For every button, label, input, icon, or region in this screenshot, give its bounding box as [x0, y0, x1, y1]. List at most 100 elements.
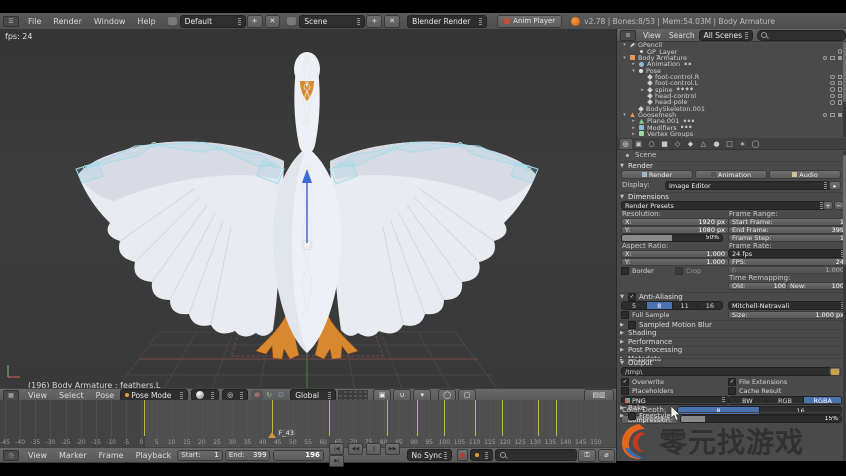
keyframe-line[interactable] — [329, 400, 330, 436]
editor-type-outliner-icon[interactable]: ≣ — [620, 30, 636, 41]
panel-header-anti-aliasing[interactable]: ▼ Anti-Aliasing — [619, 292, 844, 301]
menu-help[interactable]: Help — [131, 14, 161, 29]
keyframe-line[interactable] — [387, 400, 388, 436]
keyframe-line[interactable] — [444, 400, 445, 436]
start-frame-field[interactable]: Start:1 — [177, 450, 223, 461]
fps-field[interactable]: FPS:24 — [728, 258, 846, 266]
file-browse-button[interactable] — [829, 367, 841, 376]
tab-physics[interactable]: ◯ — [750, 139, 762, 149]
visibility-eye-icon[interactable] — [823, 56, 828, 61]
end-frame-field[interactable]: End Frame:399 — [728, 226, 846, 234]
current-frame-field[interactable]: 196 — [273, 450, 323, 461]
menu-window[interactable]: Window — [88, 14, 132, 29]
keyframe-line[interactable] — [538, 400, 539, 436]
keyframe-line[interactable] — [556, 400, 557, 436]
aa-samples-8[interactable]: 8 — [647, 302, 672, 309]
full-sample-checkbox[interactable]: Full Sample — [621, 311, 670, 319]
expand-icon[interactable]: ▾ — [630, 68, 637, 74]
tab-object[interactable]: ■ — [659, 139, 671, 149]
menu-render[interactable]: Render — [47, 14, 87, 29]
aa-samples-5[interactable]: 5 — [622, 302, 647, 309]
aa-size-field[interactable]: Size:1.000 px — [728, 311, 846, 319]
selectable-icon[interactable] — [830, 113, 835, 118]
expand-icon[interactable]: ▾ — [621, 55, 628, 61]
layer-grid[interactable] — [338, 390, 370, 400]
tab-world[interactable]: ○ — [646, 139, 658, 149]
panel-header-render[interactable]: ▼ Render — [619, 161, 844, 170]
checkbox[interactable] — [728, 387, 736, 395]
resolution-x-field[interactable]: X:1920 px — [621, 218, 729, 226]
tab-modifiers[interactable]: ◆ — [685, 139, 697, 149]
end-frame-field[interactable]: End:399 — [225, 450, 271, 461]
panel-header-output[interactable]: ▼ Output — [619, 358, 844, 367]
visibility-eye-icon[interactable] — [830, 75, 835, 80]
aa-enable-checkbox[interactable] — [628, 293, 636, 301]
display-scope-selector[interactable]: All Scenes — [699, 30, 753, 41]
scene-selector[interactable]: Scene — [299, 15, 365, 28]
delete-layout-button[interactable]: ✕ — [265, 15, 281, 28]
panel-header-shading[interactable]: ▶Shading — [619, 329, 844, 338]
keyframe-line[interactable] — [417, 400, 418, 436]
frame-step-field[interactable]: Frame Step:1 — [728, 234, 846, 242]
delete-scene-button[interactable]: ✕ — [384, 15, 400, 28]
outliner-search-input[interactable] — [757, 30, 846, 41]
frame-rate-selector[interactable]: 24 fps — [728, 249, 846, 258]
add-layout-button[interactable]: + — [247, 15, 263, 28]
display-selector[interactable]: Image Editor — [665, 181, 831, 190]
renderable-camera-icon[interactable] — [838, 56, 843, 61]
placeholders-checkbox[interactable]: Placeholders — [621, 387, 673, 395]
render-button[interactable]: Render — [621, 170, 693, 179]
visibility-eye-icon[interactable] — [830, 87, 835, 92]
cache-result-checkbox[interactable]: Cache Result — [728, 387, 781, 395]
aa-samples-16[interactable]: 16 — [698, 302, 722, 309]
visibility-eye-icon[interactable] — [830, 94, 835, 99]
expand-icon[interactable]: ▾ — [621, 112, 628, 118]
aspect-y-field[interactable]: Y:1.000 — [621, 258, 729, 266]
panel-header-freestyle[interactable]: ▶Freestyle — [619, 412, 844, 421]
menu-tl-frame[interactable]: Frame — [93, 448, 130, 463]
editor-type-info-icon[interactable]: ☰ — [3, 16, 19, 27]
keyframe-line[interactable] — [475, 400, 476, 436]
expand-icon[interactable]: ▸ — [630, 61, 637, 67]
swan-scene[interactable] — [0, 29, 616, 388]
tab-constraints[interactable]: ◇ — [672, 139, 684, 149]
translate-toggle[interactable]: ⊕ — [251, 390, 263, 400]
crop-checkbox[interactable]: Crop — [675, 267, 701, 275]
visibility-eye-icon[interactable] — [838, 49, 843, 54]
menu-tl-marker[interactable]: Marker — [53, 448, 93, 463]
visibility-eye-icon[interactable] — [823, 113, 828, 118]
visibility-eye-icon[interactable] — [830, 100, 835, 105]
editor-type-3dview-icon[interactable]: ▦ — [3, 390, 19, 401]
sync-mode-selector[interactable]: No Sync — [407, 449, 453, 461]
scale-toggle[interactable]: ⊡ — [275, 390, 287, 400]
expand-icon[interactable]: ▸ — [639, 87, 646, 93]
panel-header-sampled-motion-blur[interactable]: ▶Sampled Motion Blur — [619, 320, 844, 329]
tab-render[interactable]: ◎ — [620, 139, 632, 149]
remap-new-field[interactable]: New:100 — [786, 282, 846, 290]
overwrite-checkbox[interactable]: Overwrite — [621, 378, 664, 386]
file-extensions-checkbox[interactable]: File Extensions — [728, 378, 787, 386]
selectable-icon[interactable] — [838, 81, 843, 86]
prev-keyframe-button[interactable]: ◀◀ — [348, 443, 363, 455]
border-checkbox[interactable]: Border — [621, 267, 654, 275]
checkbox[interactable] — [728, 378, 736, 386]
jump-to-start-button[interactable]: |◀ — [329, 443, 344, 455]
panel-header-post-processing[interactable]: ▶Post Processing — [619, 346, 844, 355]
selectable-icon[interactable] — [838, 87, 843, 92]
menu-tl-view[interactable]: View — [22, 448, 53, 463]
aa-samples-11[interactable]: 11 — [673, 302, 698, 309]
panel-header-performance[interactable]: ▶Performance — [619, 337, 844, 346]
tab-texture[interactable]: □ — [724, 139, 736, 149]
tab-scene[interactable]: ▣ — [633, 139, 645, 149]
tab-data[interactable]: △ — [698, 139, 710, 149]
selectable-icon[interactable] — [838, 94, 843, 99]
aa-filter-selector[interactable]: Mitchell-Netravali — [728, 301, 846, 310]
display-extra-button[interactable]: ▸ — [829, 181, 841, 190]
timeline-marker[interactable] — [268, 432, 276, 438]
checkbox[interactable] — [621, 378, 629, 386]
remap-old-field[interactable]: Old:100 — [728, 282, 790, 290]
resolution-percentage-slider[interactable]: 50% — [621, 234, 723, 242]
render-animation-button[interactable]: Animation — [695, 170, 767, 179]
checkbox[interactable] — [621, 267, 629, 275]
output-path-field[interactable]: /tmp\ — [621, 367, 833, 376]
